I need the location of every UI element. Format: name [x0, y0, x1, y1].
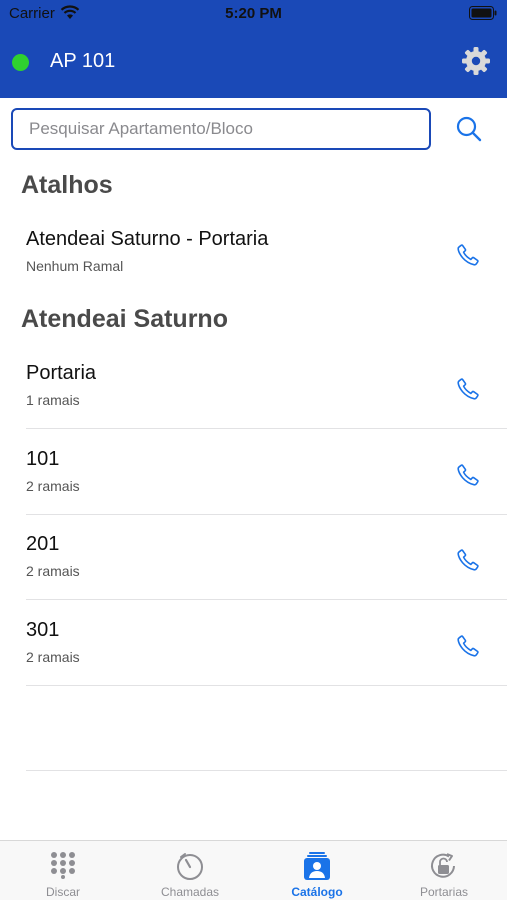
tab-label: Discar	[45, 885, 80, 899]
item-title: Portaria	[26, 362, 97, 384]
list-item[interactable]: 201 2 ramais	[26, 521, 507, 606]
battery-icon	[469, 6, 497, 20]
section-header-building: Atendeai Saturno	[21, 305, 228, 333]
status-time: 5:20 PM	[225, 5, 282, 22]
row-divider	[26, 428, 507, 429]
row-divider	[26, 770, 507, 771]
search-icon[interactable]	[455, 115, 483, 143]
search-input[interactable]	[11, 108, 431, 150]
item-subtitle: 2 ramais	[26, 649, 80, 665]
item-subtitle: Nenhum Ramal	[26, 258, 124, 274]
tab-label: Chamadas	[160, 885, 220, 899]
item-subtitle: 2 ramais	[26, 478, 80, 494]
list-item[interactable]: 101 2 ramais	[26, 436, 507, 521]
list-item[interactable]: Portaria 1 ramais	[26, 350, 507, 435]
online-status-indicator	[12, 54, 29, 71]
item-subtitle: 1 ramais	[26, 392, 80, 408]
contacts-icon	[304, 852, 330, 880]
unlock-rotate-icon	[431, 853, 455, 878]
row-divider	[26, 514, 507, 515]
recent-calls-icon	[177, 853, 203, 880]
list-item[interactable]: 301 2 ramais	[26, 607, 507, 692]
phone-icon[interactable]	[456, 634, 480, 658]
tab-catalogo[interactable]: Catálogo	[254, 841, 380, 900]
tab-bar: Discar Chamadas Catálogo Portarias	[0, 840, 507, 900]
item-subtitle: 2 ramais	[26, 563, 80, 579]
page-title: AP 101	[50, 50, 116, 72]
row-divider	[26, 685, 507, 686]
tab-chamadas[interactable]: Chamadas	[127, 841, 253, 900]
keypad-icon	[51, 852, 75, 879]
tab-label: Catálogo	[291, 885, 343, 899]
gear-icon[interactable]	[461, 46, 491, 76]
item-title: 301	[26, 619, 60, 641]
phone-icon[interactable]	[456, 377, 480, 401]
section-header-shortcuts: Atalhos	[21, 171, 113, 199]
tab-discar[interactable]: Discar	[0, 841, 126, 900]
list-item[interactable]: Atendeai Saturno - Portaria Nenhum Ramal	[26, 216, 507, 301]
item-title: Atendeai Saturno - Portaria	[26, 228, 269, 250]
phone-icon[interactable]	[456, 548, 480, 572]
phone-icon[interactable]	[456, 243, 480, 267]
item-title: 201	[26, 533, 60, 555]
status-bar: Carrier 5:20 PM	[0, 0, 507, 26]
header-bar: AP 101	[0, 26, 507, 98]
row-divider	[26, 599, 507, 600]
tab-portarias[interactable]: Portarias	[381, 841, 507, 900]
tab-label: Portarias	[419, 885, 469, 899]
phone-icon[interactable]	[456, 463, 480, 487]
item-title: 101	[26, 448, 60, 470]
